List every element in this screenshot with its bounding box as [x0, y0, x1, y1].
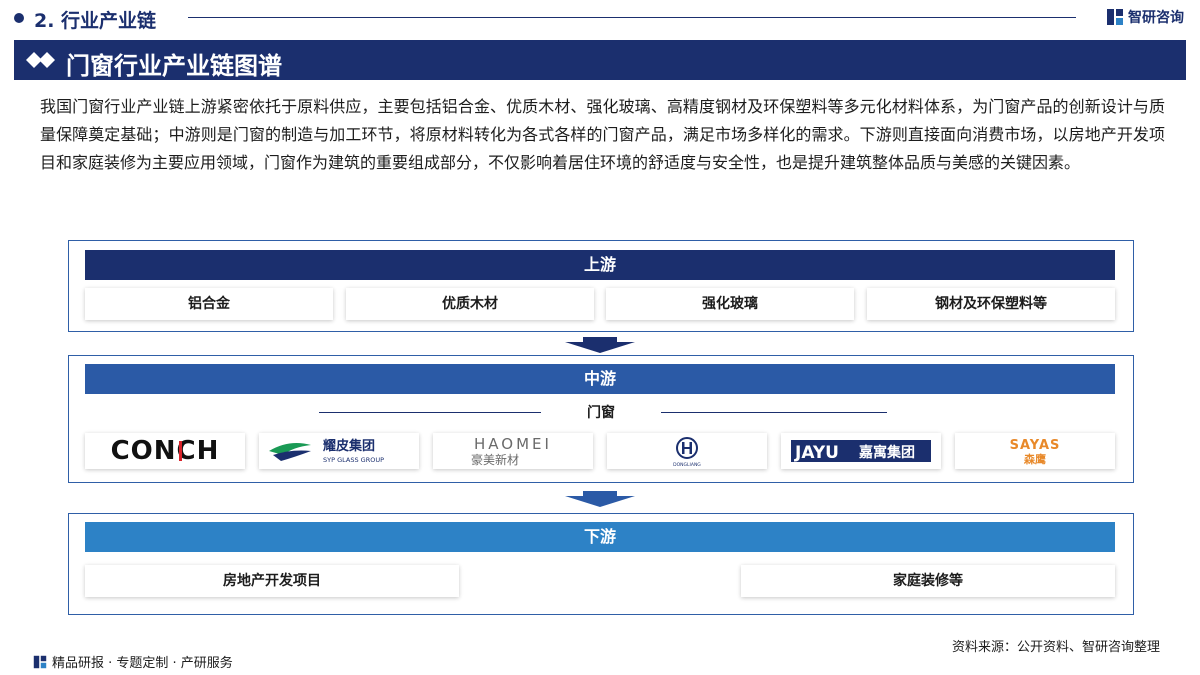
brand-logo: 智研咨询 [1106, 7, 1184, 27]
downstream-header: 下游 [85, 522, 1115, 552]
conch-logo-text: CONCH [111, 436, 220, 466]
haomei-logo-icon: HAOMEI 豪美新材 [471, 435, 552, 467]
sayas-logo-text: SAYAS [1010, 438, 1061, 453]
upstream-item: 钢材及环保塑料等 [867, 288, 1115, 320]
upstream-item: 强化玻璃 [606, 288, 854, 320]
logo-jayu: JAYU 嘉寓集团 [781, 433, 941, 469]
section-title: 2. 行业产业链 [34, 10, 157, 32]
logo-syp: 耀皮集团 SYP GLASS GROUP [259, 433, 419, 469]
top-header: 2. 行业产业链 智研咨询 [0, 0, 1200, 36]
footer-tagline: 精品研报 · 专题定制 · 产研服务 [52, 656, 233, 671]
logo-haomei: HAOMEI 豪美新材 [433, 433, 593, 469]
jayu-logo-text: JAYU [794, 443, 839, 463]
syp-logo-icon: 耀皮集团 SYP GLASS GROUP [269, 438, 384, 464]
down-arrow-icon [565, 491, 635, 507]
footer-brand-icon [33, 655, 47, 668]
footer-brand: 精品研报 · 专题定制 · 产研服务 [33, 652, 233, 671]
dongliang-logo-text: DONGLIANG [673, 462, 701, 468]
page-title: 门窗行业产业链图谱 [66, 52, 282, 80]
downstream-panel: 下游 房地产开发项目 家庭装修等 [68, 513, 1134, 615]
jayu-logo-subtext: 嘉寓集团 [858, 444, 915, 461]
haomei-logo-subtext: 豪美新材 [471, 452, 519, 467]
midstream-label: 门窗 [587, 405, 615, 421]
down-arrow-icon [565, 337, 635, 353]
header-divider [188, 17, 1076, 18]
jayu-logo-icon: JAYU 嘉寓集团 [791, 440, 931, 463]
logo-sayas: SAYAS 森鹰 [955, 433, 1115, 469]
bullet-dot-icon [14, 13, 24, 23]
midstream-panel: 中游 门窗 CONCH 耀皮集团 SYP GLASS GROUP HAOMEI … [68, 355, 1134, 483]
dongliang-logo-icon: DONGLIANG [673, 437, 701, 468]
syp-logo-subtext: SYP GLASS GROUP [323, 456, 384, 464]
upstream-header: 上游 [85, 250, 1115, 280]
upstream-panel: 上游 铝合金 优质木材 强化玻璃 钢材及环保塑料等 [68, 240, 1134, 332]
title-banner: 门窗行业产业链图谱 [14, 40, 1186, 80]
brand-mark-icon [1107, 9, 1123, 25]
logo-dongliang: DONGLIANG [607, 433, 767, 469]
brand-name: 智研咨询 [1128, 10, 1184, 26]
downstream-item: 家庭装修等 [741, 565, 1115, 597]
source-note: 资料来源：公开资料、智研咨询整理 [951, 640, 1160, 655]
conch-logo-icon: CONCH [111, 436, 220, 466]
intro-paragraph: 我国门窗行业产业链上游紧密依托于原料供应，主要包括铝合金、优质木材、强化玻璃、高… [40, 97, 1165, 172]
downstream-item: 房地产开发项目 [85, 565, 459, 597]
syp-logo-text: 耀皮集团 [322, 438, 375, 454]
upstream-item: 铝合金 [85, 288, 333, 320]
diamond-icon [26, 52, 55, 68]
haomei-logo-text: HAOMEI [474, 435, 552, 453]
midstream-header: 中游 [85, 364, 1115, 394]
sayas-logo-icon: SAYAS 森鹰 [1010, 438, 1061, 466]
logo-conch: CONCH [85, 433, 245, 469]
sayas-logo-subtext: 森鹰 [1024, 452, 1046, 466]
upstream-item: 优质木材 [346, 288, 594, 320]
